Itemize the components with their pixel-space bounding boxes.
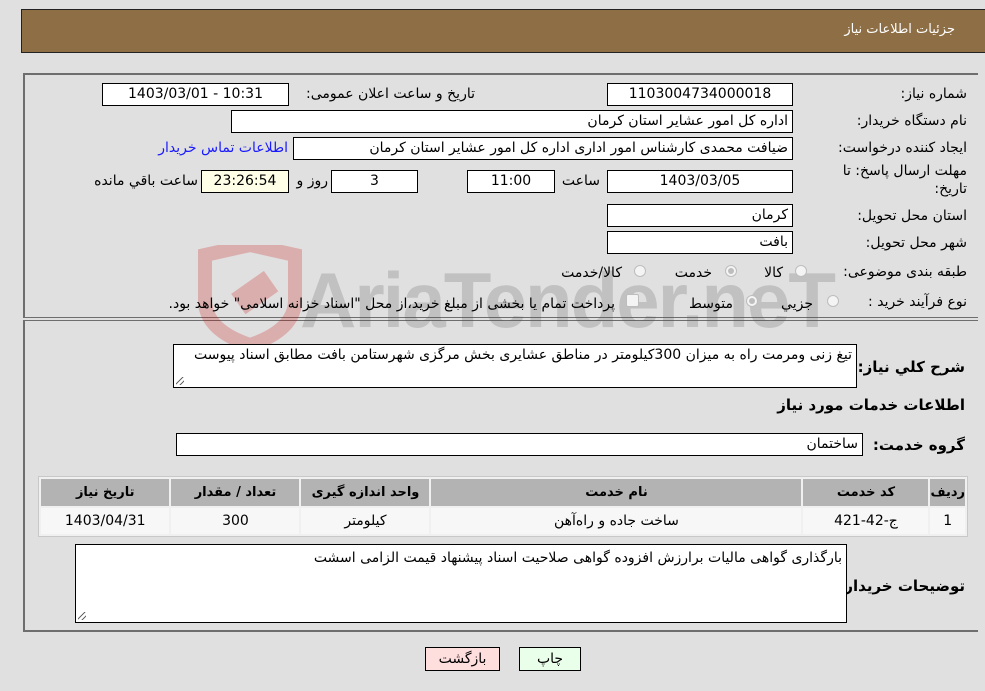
process-radio-minor[interactable] <box>827 295 839 307</box>
services-section-title: اطلاعات خدمات مورد نیاز <box>777 396 965 414</box>
buyer-notes-label: توضیحات خریدار: <box>838 577 965 595</box>
need-number-field: 1103004734000018 <box>607 83 793 106</box>
table-row: 1 ج-42-421 ساخت جاده و راه‌آهن کیلومتر 3… <box>41 508 965 534</box>
col-row-number: ردیف <box>930 479 965 506</box>
category-label: طبقه بندی موضوعی: <box>843 264 967 280</box>
cell-service-code: ج-42-421 <box>803 508 929 534</box>
deadline-label: مهلت ارسال پاسخ: تا <box>842 163 967 179</box>
category-radio-service[interactable] <box>725 265 737 277</box>
category-option-goods: کالا <box>764 265 783 281</box>
col-service-code: کد خدمت <box>803 479 929 506</box>
deadline-time-field: 11:00 <box>467 170 555 193</box>
buyer-org-label: نام دستگاه خریدار: <box>856 113 967 129</box>
requester-label: ایجاد کننده درخواست: <box>838 140 967 156</box>
col-need-date: تاریخ نیاز <box>41 479 170 506</box>
resize-grip-icon[interactable] <box>78 612 86 620</box>
category-radio-goods-service[interactable] <box>634 265 646 277</box>
cell-unit: کیلومتر <box>301 508 430 534</box>
process-option-minor: جزيي <box>781 296 813 312</box>
print-button[interactable]: چاپ <box>519 647 581 671</box>
treasury-checkbox[interactable] <box>626 294 639 307</box>
buyer-org-field: اداره کل امور عشایر استان کرمان <box>231 110 793 133</box>
remaining-time-field: 23:26:54 <box>201 170 289 193</box>
announce-datetime-label: تاریخ و ساعت اعلان عمومی: <box>306 86 475 102</box>
cell-row-number: 1 <box>930 508 965 534</box>
province-label: استان محل تحویل: <box>857 208 967 224</box>
deadline-date-field: 1403/03/05 <box>607 170 793 193</box>
category-radio-goods[interactable] <box>795 265 807 277</box>
page-header: جزئیات اطلاعات نیاز <box>21 9 985 53</box>
category-option-service: خدمت <box>674 265 712 281</box>
col-service-name: نام خدمت <box>431 479 802 506</box>
cell-quantity: 300 <box>171 508 300 534</box>
deadline-label-line2: تاریخ: <box>934 181 967 197</box>
service-group-field: ساختمان <box>176 433 863 456</box>
services-table: ردیف کد خدمت نام خدمت واحد اندازه گیری ت… <box>38 476 968 537</box>
col-unit: واحد اندازه گیری <box>301 479 430 506</box>
description-textarea[interactable]: تیغ زنی ومرمت راه به میزان 300کیلومتر در… <box>173 344 857 388</box>
province-field: کرمان <box>607 204 793 227</box>
resize-grip-icon[interactable] <box>176 377 184 385</box>
city-label: شهر محل تحویل: <box>865 235 967 251</box>
deadline-time-label: ساعت <box>561 173 600 189</box>
service-group-label: گروه خدمت: <box>872 436 965 454</box>
process-radio-medium[interactable] <box>746 295 758 307</box>
page-title: جزئیات اطلاعات نیاز <box>844 22 955 37</box>
buyer-notes-text: بارگذاری گواهی مالیات برارزش افزوده گواه… <box>313 550 842 566</box>
description-label: شرح کلي نياز: <box>857 358 965 376</box>
process-type-label: نوع فرآیند خرید : <box>868 294 967 310</box>
cell-service-name: ساخت جاده و راه‌آهن <box>431 508 802 534</box>
table-header-row: ردیف کد خدمت نام خدمت واحد اندازه گیری ت… <box>41 479 965 506</box>
remaining-time-label: ساعت باقي مانده <box>94 173 198 189</box>
process-option-medium: متوسط <box>689 296 733 312</box>
cell-need-date: 1403/04/31 <box>41 508 170 534</box>
treasury-note: پرداخت تمام یا بخشی از مبلغ خرید،از محل … <box>168 296 615 312</box>
remaining-days-field: 3 <box>331 170 418 193</box>
need-number-label: شماره نیاز: <box>900 86 968 102</box>
buyer-contact-link[interactable]: اطلاعات تماس خریدار <box>158 140 288 156</box>
category-option-goods-service: کالا/خدمت <box>561 265 622 281</box>
back-button[interactable]: بازگشت <box>425 647 500 671</box>
description-text: تیغ زنی ومرمت راه به میزان 300کیلومتر در… <box>193 347 852 363</box>
col-quantity: تعداد / مقدار <box>171 479 300 506</box>
buyer-notes-textarea[interactable]: بارگذاری گواهی مالیات برارزش افزوده گواه… <box>75 544 847 623</box>
days-label: روز و <box>296 173 329 189</box>
announce-datetime-field: 1403/03/01 - 10:31 <box>102 83 289 106</box>
requester-field: ضیافت محمدی کارشناس امور اداری اداره کل … <box>293 137 793 160</box>
city-field: بافت <box>607 231 793 254</box>
